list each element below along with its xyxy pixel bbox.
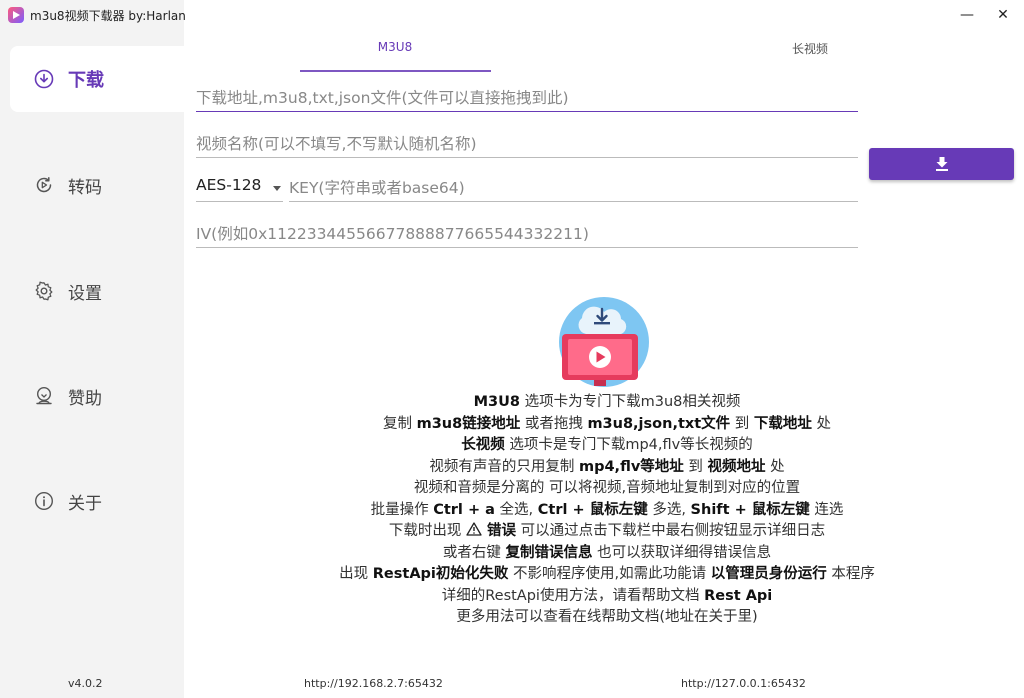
app-logo-icon — [8, 7, 24, 23]
help-bold: m3u8,json,txt文件 — [587, 415, 731, 432]
sidebar-item-label: 转码 — [68, 177, 102, 198]
gear-icon — [34, 281, 54, 301]
title-bar: m3u8视频下载器 by:Harlan — [0, 0, 1024, 30]
download-button[interactable] — [869, 148, 1014, 180]
help-bold: mp4,flv等地址 — [578, 458, 684, 475]
local-address-link[interactable]: http://127.0.0.1:65432 — [681, 677, 806, 690]
help-bold: 以管理员身份运行 — [710, 566, 827, 582]
info-icon — [34, 491, 54, 511]
help-line: 出现 RestApi初始化失败 不影响程序使用,如需此功能请 以管理员身份运行 … — [190, 564, 1024, 586]
transcode-icon — [34, 175, 54, 195]
help-bold: Ctrl + 鼠标左键 — [537, 501, 648, 518]
window-title: m3u8视频下载器 by:Harlan — [30, 9, 186, 23]
help-text-span: 或者右键 — [442, 544, 506, 561]
chevron-down-icon — [273, 186, 281, 191]
warning-icon — [466, 522, 482, 536]
tab-active-indicator — [300, 70, 491, 72]
help-text-span: 下载时出现 — [388, 523, 466, 539]
help-line: 长视频 选项卡是专门下载mp4,flv等长视频的 — [190, 435, 1024, 457]
help-line: 下载时出现 错误 可以通过点击下载栏中最右侧按钮显示详细日志 — [190, 521, 1024, 543]
sidebar: 下载 转码 设置 赞助 关于 v4.0.2 — [0, 0, 184, 698]
help-text-span: 本程序 — [826, 566, 875, 582]
help-bold: RestApi初始化失败 — [372, 566, 509, 582]
help-line: 复制 m3u8链接地址 或者拖拽 m3u8,json,txt文件 到 下载地址 … — [190, 414, 1024, 436]
sidebar-item-download[interactable]: 下载 — [10, 46, 184, 112]
help-bold: 视频地址 — [707, 458, 766, 475]
download-circle-icon — [34, 69, 54, 89]
help-line: 视频和音频是分离的 可以将视频,音频地址复制到对应的位置 — [190, 478, 1024, 500]
key-input[interactable]: KEY(字符串或者base64) — [289, 172, 858, 202]
help-bold: 复制错误信息 — [505, 544, 593, 561]
sidebar-item-label: 下载 — [68, 70, 104, 91]
help-text-span: 批量操作 — [370, 501, 434, 518]
lan-address-link[interactable]: http://192.168.2.7:65432 — [304, 677, 443, 690]
video-download-icon — [559, 297, 649, 387]
help-text-span: 不影响程序使用,如需此功能请 — [508, 566, 711, 582]
help-text-span: 全选, — [494, 501, 538, 518]
video-download-illustration — [556, 296, 652, 388]
help-bold: 下载地址 — [753, 415, 812, 432]
download-icon — [935, 157, 948, 171]
help-bold: Ctrl + a — [433, 501, 495, 518]
help-line: 视频有声音的只用复制 mp4,flv等地址 到 视频地址 处 — [190, 457, 1024, 479]
help-line: M3U8 选项卡为专门下载m3u8相关视频 — [190, 392, 1024, 414]
help-line: 更多用法可以查看在线帮助文档(地址在关于里) — [190, 607, 1024, 629]
help-text: M3U8 选项卡为专门下载m3u8相关视频 复制 m3u8链接地址 或者拖拽 m… — [190, 392, 1024, 629]
help-line: 详细的RestApi使用方法，请看帮助文档 Rest Api — [190, 586, 1024, 608]
help-bold: 长视频 — [461, 437, 505, 453]
encryption-method-select[interactable]: AES-128 — [196, 172, 283, 202]
sidebar-item-label: 设置 — [68, 283, 102, 304]
help-text-span: 视频和音频是分离的 可以将视频,音频地址复制到对应的位置 — [413, 480, 801, 496]
sidebar-item-about[interactable]: 关于 — [10, 468, 184, 534]
help-bold: Rest Api — [704, 587, 773, 604]
help-text-span: 选项卡是专门下载mp4,flv等长视频的 — [504, 437, 753, 453]
help-text-span: 连选 — [809, 501, 844, 518]
help-bold: Shift + 鼠标左键 — [690, 501, 810, 518]
version-label: v4.0.2 — [68, 677, 103, 690]
sponsor-icon — [34, 386, 54, 406]
help-text-span: 更多用法可以查看在线帮助文档(地址在关于里) — [456, 609, 758, 625]
help-line: 批量操作 Ctrl + a 全选, Ctrl + 鼠标左键 多选, Shift … — [190, 500, 1024, 522]
help-bold: M3U8 — [473, 394, 520, 410]
sidebar-item-label: 关于 — [68, 493, 102, 514]
sidebar-item-sponsor[interactable]: 赞助 — [10, 363, 184, 429]
tab-long-video[interactable]: 长视频 — [792, 40, 828, 57]
tab-m3u8[interactable]: M3U8 — [300, 40, 490, 54]
sidebar-item-settings[interactable]: 设置 — [10, 258, 184, 324]
help-text-span: 到 — [683, 458, 708, 475]
sidebar-item-label: 赞助 — [68, 388, 102, 409]
help-text-span: 处 — [765, 458, 785, 475]
help-text-span: 详细的RestApi使用方法，请看帮助文档 — [441, 587, 705, 604]
sidebar-item-transcode[interactable]: 转码 — [10, 152, 184, 218]
help-text-span: 复制 — [382, 415, 417, 432]
help-text-span: 可以通过点击下载栏中最右侧按钮显示详细日志 — [516, 523, 826, 539]
encryption-method-value: AES-128 — [196, 176, 262, 194]
help-text-span: 或者拖拽 — [520, 415, 588, 432]
help-text-span: 出现 — [339, 566, 373, 582]
help-bold: 错误 — [487, 523, 516, 539]
help-text-span: 选项卡为专门下载m3u8相关视频 — [520, 394, 741, 410]
help-text-span: 处 — [811, 415, 831, 432]
help-text-span: 多选, — [647, 501, 691, 518]
iv-input[interactable]: IV(例如0x11223344556677888877665544332211) — [196, 218, 858, 248]
close-button[interactable]: ✕ — [980, 0, 1024, 30]
video-name-input[interactable]: 视频名称(可以不填写,不写默认随机名称) — [196, 128, 858, 158]
help-text-span: 视频有声音的只用复制 — [429, 458, 579, 475]
help-bold: m3u8链接地址 — [416, 415, 521, 432]
help-text-span: 也可以获取详细得错误信息 — [592, 544, 772, 561]
download-url-input[interactable]: 下载地址,m3u8,txt,json文件(文件可以直接拖拽到此) — [196, 82, 858, 112]
help-line: 或者右键 复制错误信息 也可以获取详细得错误信息 — [190, 543, 1024, 565]
help-text-span: 到 — [730, 415, 754, 432]
